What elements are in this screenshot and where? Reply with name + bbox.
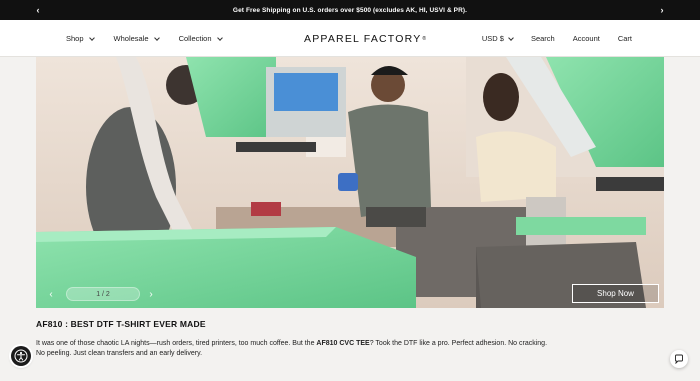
search-link[interactable]: Search bbox=[531, 34, 555, 43]
post-body-product: AF810 CVC TEE bbox=[316, 340, 370, 347]
nav-wholesale[interactable]: Wholesale bbox=[113, 34, 160, 43]
post-title: AF810 : BEST DTF T-SHIRT EVER MADE bbox=[36, 319, 206, 329]
chevron-down-icon bbox=[508, 34, 514, 41]
nav-collection-label: Collection bbox=[178, 34, 212, 43]
nav-wholesale-label: Wholesale bbox=[113, 34, 149, 43]
chevron-down-icon bbox=[216, 34, 223, 41]
nav-collection[interactable]: Collection bbox=[178, 34, 223, 43]
chevron-left-icon[interactable]: ‹ bbox=[28, 0, 48, 20]
chevron-right-icon[interactable]: › bbox=[652, 0, 672, 20]
accessibility-icon bbox=[14, 349, 28, 363]
currency-selector[interactable]: USD $ bbox=[481, 34, 514, 43]
shop-now-button[interactable]: Shop Now bbox=[572, 284, 659, 303]
post-body-text: It was one of those chaotic LA nights—ru… bbox=[36, 340, 317, 347]
registered-mark: ® bbox=[422, 35, 428, 42]
site-header: Shop Wholesale Collection APPAREL FACTOR… bbox=[0, 20, 700, 57]
site-logo[interactable]: APPAREL FACTORY ® bbox=[304, 20, 427, 57]
account-link[interactable]: Account bbox=[573, 34, 600, 43]
main-nav: Shop Wholesale Collection bbox=[66, 20, 223, 57]
chat-button[interactable] bbox=[670, 350, 688, 368]
utility-nav: USD $ Search Account Cart bbox=[482, 20, 632, 57]
announcement-bar: ‹ Get Free Shipping on U.S. orders over … bbox=[0, 0, 700, 20]
hero-slideshow: Shop Now bbox=[36, 57, 664, 308]
nav-shop-label: Shop bbox=[66, 34, 84, 43]
next-slide-icon[interactable]: › bbox=[144, 286, 158, 302]
hero-image bbox=[36, 57, 664, 308]
previous-slide-icon[interactable]: ‹ bbox=[44, 286, 58, 302]
chevron-down-icon bbox=[88, 34, 95, 41]
currency-label: USD $ bbox=[481, 34, 504, 43]
post-body: It was one of those chaotic LA nights—ru… bbox=[36, 339, 556, 359]
nav-shop[interactable]: Shop bbox=[66, 34, 95, 43]
logo-text: APPAREL FACTORY bbox=[304, 32, 422, 45]
chat-icon bbox=[675, 354, 683, 364]
accessibility-button[interactable] bbox=[11, 346, 31, 366]
cart-link[interactable]: Cart bbox=[618, 34, 632, 43]
slide-controls: ‹ 1 / 2 › bbox=[44, 286, 154, 302]
chevron-down-icon bbox=[153, 34, 160, 41]
slide-counter: 1 / 2 bbox=[66, 287, 140, 301]
announcement-text: Get Free Shipping on U.S. orders over $5… bbox=[232, 6, 468, 14]
